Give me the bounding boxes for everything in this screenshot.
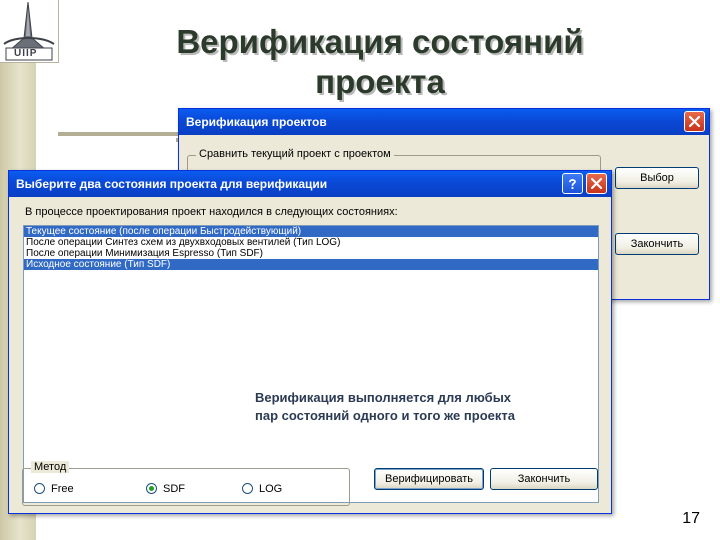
verify-button[interactable]: Верифицировать: [374, 468, 484, 490]
method-radio-sdf[interactable]: SDF: [146, 483, 185, 495]
close-icon: [590, 177, 603, 190]
page-number: 17: [682, 510, 700, 527]
list-item[interactable]: После операции Минимизация Espresso (Тип…: [24, 248, 598, 259]
choose-button[interactable]: Выбор: [615, 167, 699, 189]
logo: UIIP: [0, 0, 59, 63]
verification-note: Верификация выполняется для любых пар со…: [255, 389, 515, 425]
list-item[interactable]: После операции Синтез схем из двухвходов…: [24, 237, 598, 248]
radio-label: LOG: [259, 483, 283, 495]
radio-label: Free: [51, 483, 74, 495]
states-instruction: В процессе проектирования проект находил…: [25, 206, 398, 218]
note-line: Верификация выполняется для любых: [255, 390, 512, 405]
window-title: Верификация проектов: [186, 115, 327, 129]
window-titlebar: Верификация проектов: [179, 109, 709, 135]
radio-label: SDF: [163, 483, 185, 495]
states-listbox[interactable]: Текущее состояние (после операции Быстро…: [23, 225, 599, 503]
note-line: пар состояний одного и того же проекта: [255, 408, 515, 423]
radio-button[interactable]: [34, 483, 45, 494]
help-icon: [569, 179, 576, 190]
group-label: Сравнить текущий проект с проектом: [196, 148, 394, 160]
close-icon: [688, 115, 701, 128]
list-item[interactable]: Текущее состояние (после операции Быстро…: [24, 226, 598, 237]
dialog-title: Выберите два состояния проекта для вериф…: [16, 177, 328, 191]
dialog-titlebar: Выберите два состояния проекта для вериф…: [9, 171, 611, 197]
logo-text: UIIP: [14, 48, 38, 59]
slide-title: Верификация состояний проекта: [176, 23, 584, 100]
close-button[interactable]: [684, 111, 705, 132]
dialog-finish-button[interactable]: Закончить: [490, 468, 598, 490]
method-radio-log[interactable]: LOG: [242, 483, 282, 495]
radio-button[interactable]: [242, 483, 253, 494]
list-item[interactable]: Исходное состояние (Тип SDF): [24, 259, 598, 270]
finish-button[interactable]: Закончить: [615, 233, 699, 255]
method-radio-free[interactable]: Free: [34, 483, 74, 495]
dialog-close-button[interactable]: [586, 173, 607, 194]
method-label: Метод: [31, 461, 70, 473]
select-states-dialog: Выберите два состояния проекта для вериф…: [8, 170, 612, 514]
help-button[interactable]: [562, 173, 583, 194]
radio-button[interactable]: [146, 483, 157, 494]
